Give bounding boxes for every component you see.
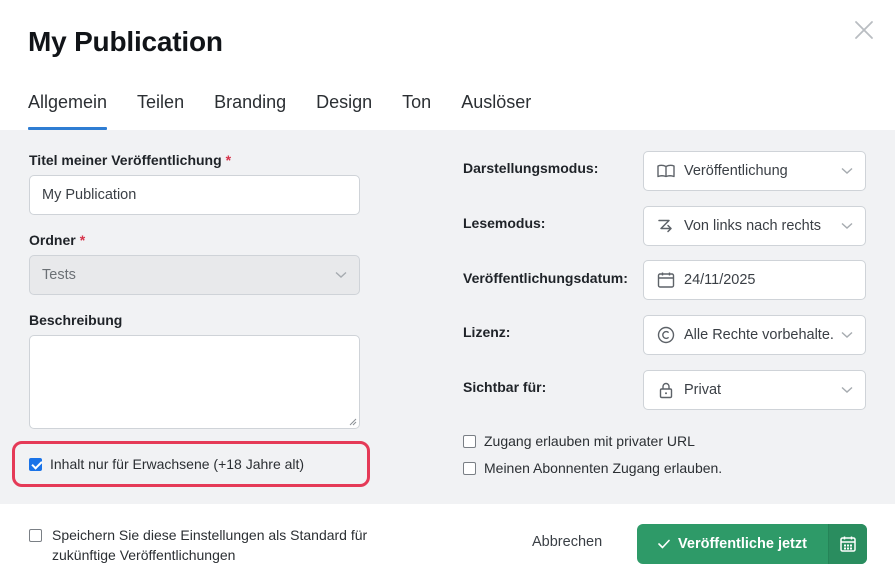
folder-field-label-text: Ordner <box>29 232 76 248</box>
private-url-label: Zugang erlauben mit privater URL <box>484 433 695 449</box>
required-mark: * <box>225 152 232 168</box>
tab-branding[interactable]: Branding <box>214 92 286 130</box>
license-value: Alle Rechte vorbehalte... <box>684 327 835 343</box>
adult-content-checkbox-row[interactable]: Inhalt nur für Erwachsene (+18 Jahre alt… <box>29 456 304 472</box>
description-textarea[interactable] <box>29 335 360 429</box>
chevron-down-icon <box>841 386 853 393</box>
publish-date-input[interactable]: 24/11/2025 <box>643 260 866 300</box>
calendar-icon <box>840 536 856 552</box>
publish-now-label: Veröffentliche jetzt <box>678 536 807 552</box>
dialog-title: My Publication <box>28 26 223 57</box>
tab-allgemein[interactable]: Allgemein <box>28 92 108 130</box>
folder-select[interactable]: Tests <box>29 255 360 295</box>
schedule-publish-button[interactable] <box>828 524 867 564</box>
reading-mode-label: Lesemodus: <box>463 215 546 231</box>
folder-field-label: Ordner * <box>29 232 85 248</box>
adult-content-label: Inhalt nur für Erwachsene (+18 Jahre alt… <box>50 456 305 472</box>
required-mark: * <box>79 232 86 248</box>
tab-ausloeser[interactable]: Auslöser <box>461 92 531 130</box>
visibility-value: Privat <box>684 382 722 398</box>
title-field-label-text: Titel meiner Veröffentlichung <box>29 152 222 168</box>
tab-ton[interactable]: Ton <box>402 92 431 130</box>
reading-direction-icon <box>658 219 672 233</box>
subscribers-checkbox-row[interactable]: Meinen Abonnenten Zugang erlauben. <box>463 460 722 476</box>
publish-date-label: Veröffentlichungsdatum: <box>463 270 628 286</box>
lock-icon <box>659 382 673 399</box>
description-field-label: Beschreibung <box>29 312 123 328</box>
publish-now-button[interactable]: Veröffentliche jetzt <box>637 524 828 564</box>
book-icon <box>657 164 675 178</box>
title-input-value: My Publication <box>42 187 137 203</box>
save-default-label-line2: zukünftige Veröffentlichungen <box>52 547 236 563</box>
chevron-down-icon <box>841 222 853 229</box>
subscribers-label: Meinen Abonnenten Zugang erlauben. <box>484 460 723 476</box>
save-default-checkbox[interactable] <box>29 529 42 542</box>
visibility-select[interactable]: Privat <box>643 370 866 410</box>
private-url-checkbox[interactable] <box>463 434 476 448</box>
title-field-label: Titel meiner Veröffentlichung * <box>29 152 231 168</box>
tab-bar: Allgemein Teilen Branding Design Ton Aus… <box>28 92 561 130</box>
chevron-down-icon <box>841 331 853 338</box>
adult-content-checkbox[interactable] <box>29 457 42 471</box>
tab-teilen[interactable]: Teilen <box>137 92 184 130</box>
save-default-label-line1: Speichern Sie diese Einstellungen als St… <box>52 527 368 543</box>
visibility-label: Sichtbar für: <box>463 379 547 395</box>
save-default-label: Speichern Sie diese Einstellungen als St… <box>52 525 367 565</box>
close-button[interactable] <box>852 18 876 42</box>
private-url-checkbox-row[interactable]: Zugang erlauben mit privater URL <box>463 433 695 449</box>
display-mode-value: Veröffentlichung <box>684 163 788 179</box>
check-icon <box>658 539 670 549</box>
display-mode-select[interactable]: Veröffentlichung <box>643 151 866 191</box>
calendar-icon <box>657 272 675 288</box>
license-select[interactable]: Alle Rechte vorbehalte... <box>643 315 866 355</box>
publish-button-group: Veröffentliche jetzt <box>637 524 867 564</box>
reading-mode-select[interactable]: Von links nach rechts <box>643 206 866 246</box>
close-icon <box>855 21 873 39</box>
publish-date-value: 24/11/2025 <box>684 272 756 288</box>
reading-mode-value: Von links nach rechts <box>684 218 822 234</box>
folder-select-value: Tests <box>42 267 76 283</box>
resize-grip-icon[interactable] <box>349 418 357 426</box>
tab-design[interactable]: Design <box>316 92 372 130</box>
save-default-checkbox-row[interactable]: Speichern Sie diese Einstellungen als St… <box>29 525 367 565</box>
copyright-icon <box>657 326 675 344</box>
cancel-button[interactable]: Abbrechen <box>526 530 608 554</box>
display-mode-label: Darstellungsmodus: <box>463 160 599 176</box>
chevron-down-icon <box>841 167 853 174</box>
license-label: Lizenz: <box>463 324 511 340</box>
chevron-down-icon <box>335 271 347 278</box>
subscribers-checkbox[interactable] <box>463 461 476 475</box>
title-input[interactable]: My Publication <box>29 175 360 215</box>
